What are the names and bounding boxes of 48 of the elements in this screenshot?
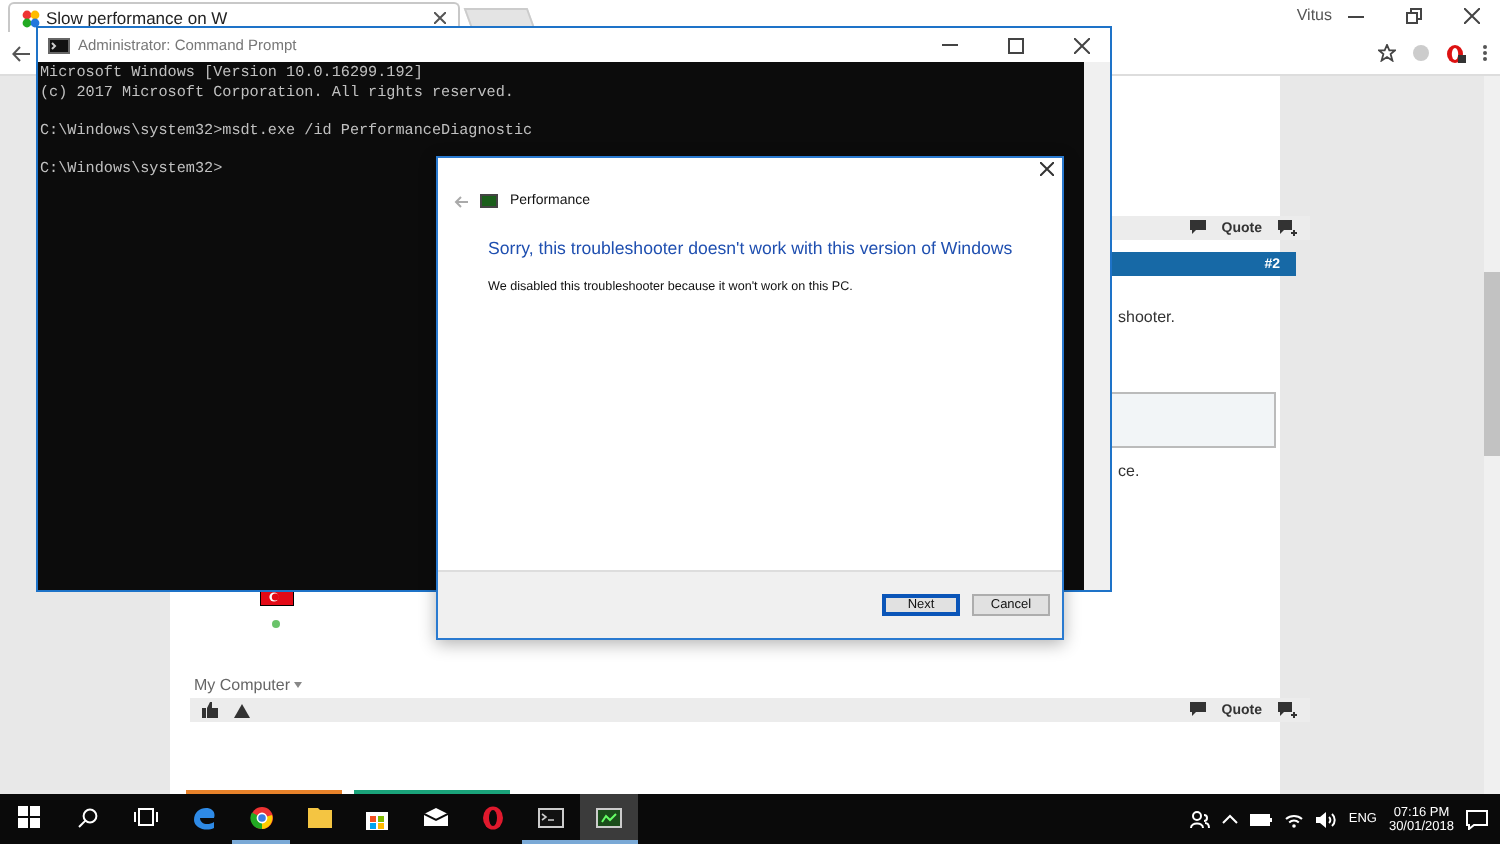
envelope-icon — [423, 808, 447, 826]
console-icon — [48, 37, 70, 53]
windows-start-icon[interactable] — [18, 806, 40, 828]
troubleshooter-icon — [596, 807, 622, 827]
thumbs-up-icon[interactable] — [202, 702, 218, 718]
scrollbar[interactable] — [1084, 62, 1110, 590]
search-icon[interactable] — [77, 807, 97, 827]
close-icon[interactable] — [1040, 162, 1054, 176]
my-computer-link[interactable]: My Computer — [194, 676, 291, 694]
minimize-icon[interactable] — [941, 44, 957, 46]
battery-icon[interactable] — [1250, 813, 1273, 825]
edge-icon — [191, 805, 215, 829]
warning-icon[interactable] — [234, 703, 250, 717]
multi-quote-icon[interactable] — [1278, 220, 1298, 236]
taskbar-app[interactable] — [580, 794, 638, 844]
tab-title: Slow performance on W — [46, 8, 230, 28]
volume-icon[interactable] — [1316, 811, 1337, 827]
close-icon[interactable] — [1073, 37, 1089, 53]
star-icon[interactable] — [1378, 44, 1396, 62]
menu-icon[interactable] — [1482, 44, 1488, 62]
close-icon[interactable] — [1463, 8, 1479, 24]
chevron-up-icon[interactable] — [1222, 814, 1239, 824]
online-status-icon — [272, 620, 280, 628]
opera-icon — [482, 805, 504, 829]
notification-icon[interactable] — [1466, 809, 1488, 829]
dialog-heading: Sorry, this troubleshooter doesn't work with this version of Windows — [488, 238, 1015, 258]
chrome-icon — [249, 805, 273, 829]
close-icon[interactable] — [434, 12, 446, 24]
troubleshooter-icon — [480, 194, 498, 208]
wifi-icon[interactable] — [1284, 811, 1305, 827]
speech-bubble-icon[interactable] — [1189, 220, 1206, 236]
maximize-icon[interactable] — [1007, 37, 1023, 53]
folder-icon — [307, 806, 331, 828]
post-text: ce. — [1118, 462, 1140, 480]
post-text: shooter. — [1118, 308, 1175, 326]
people-icon[interactable] — [1190, 809, 1211, 829]
caret-icon[interactable] — [294, 682, 303, 688]
multi-quote-icon[interactable] — [1278, 702, 1298, 718]
user-name: Vitus — [1296, 6, 1332, 24]
site-logo-icon — [22, 9, 40, 27]
speech-bubble-icon[interactable] — [1189, 702, 1206, 718]
console-icon — [538, 807, 564, 827]
restore-icon[interactable] — [1405, 8, 1421, 24]
scrollbar-thumb[interactable] — [1484, 272, 1500, 456]
task-view-icon[interactable] — [133, 808, 157, 826]
opera-icon[interactable] — [1446, 43, 1466, 63]
minimize-icon[interactable] — [1347, 15, 1363, 17]
back-arrow-icon[interactable] — [12, 45, 30, 61]
